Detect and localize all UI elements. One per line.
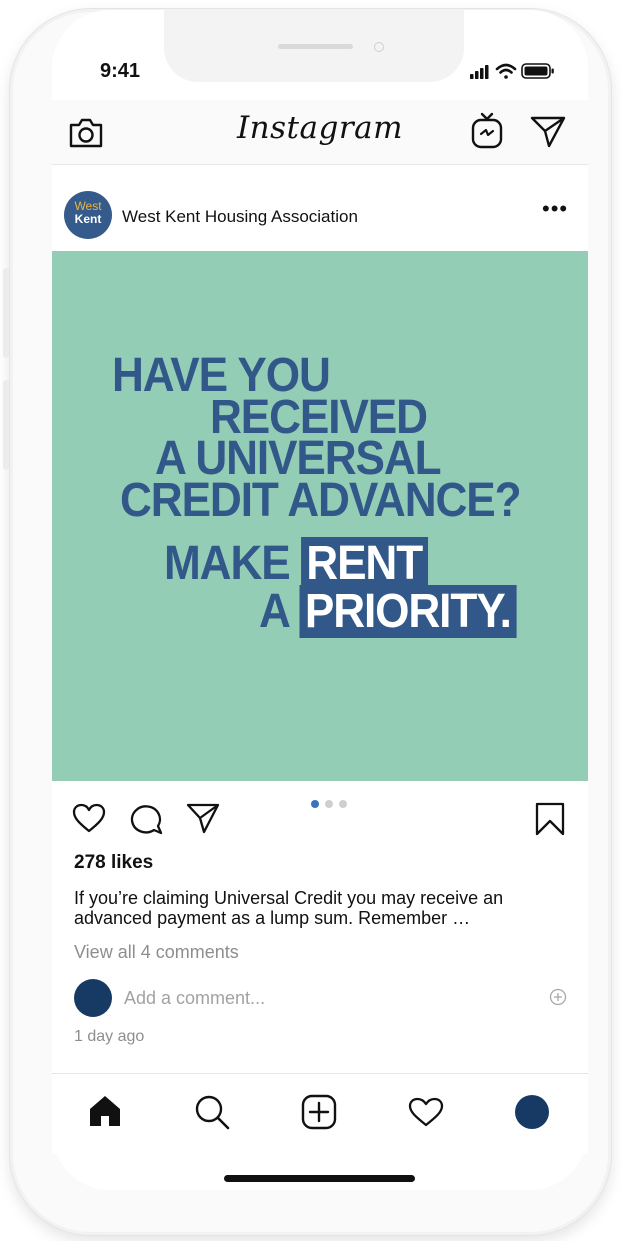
- account-avatar[interactable]: West Kent: [64, 191, 112, 239]
- headline-line-5: MAKE RENT: [164, 537, 428, 590]
- headline-priority-box: PRIORITY.: [299, 585, 517, 638]
- volume-down-button: [3, 380, 9, 470]
- wifi-icon: [495, 63, 517, 79]
- carousel-indicator: [311, 795, 353, 813]
- more-options-icon[interactable]: •••: [542, 196, 568, 222]
- headline-line-6: A PRIORITY.: [259, 585, 517, 638]
- direct-message-icon[interactable]: [529, 113, 567, 149]
- post-username[interactable]: West Kent Housing Association: [122, 207, 358, 227]
- app-header: Instagram: [52, 100, 588, 165]
- share-icon[interactable]: [185, 801, 221, 835]
- headline-line-1: HAVE YOU: [112, 349, 331, 402]
- carousel-dot: [325, 800, 333, 808]
- likes-count[interactable]: 278 likes: [74, 852, 153, 874]
- comment-icon[interactable]: [129, 801, 165, 835]
- front-camera: [374, 42, 384, 52]
- headline-line-3: A UNIVERSAL: [155, 432, 442, 485]
- camera-icon[interactable]: [68, 115, 104, 149]
- headline-rent-box: RENT: [300, 537, 428, 590]
- new-post-icon[interactable]: [301, 1094, 337, 1130]
- instagram-logo: Instagram: [236, 110, 404, 146]
- headline-make: MAKE: [164, 537, 291, 590]
- add-emoji-plus-icon[interactable]: [549, 988, 567, 1006]
- bookmark-icon[interactable]: [533, 801, 567, 837]
- carousel-dot: [339, 800, 347, 808]
- carousel-dot: [311, 800, 319, 808]
- post-image[interactable]: HAVE YOU RECEIVED A UNIVERSAL CREDIT ADV…: [52, 251, 588, 781]
- headline-line-4: CREDIT ADVANCE?: [120, 474, 522, 527]
- post-timestamp: 1 day ago: [74, 1028, 145, 1045]
- post-header: West Kent West Kent Housing Association …: [52, 184, 588, 250]
- user-avatar: [74, 979, 112, 1017]
- view-comments-link[interactable]: View all 4 comments: [74, 942, 239, 963]
- home-indicator[interactable]: [224, 1175, 415, 1182]
- profile-avatar[interactable]: [515, 1095, 549, 1129]
- post-caption: If you’re claiming Universal Credit you …: [74, 888, 504, 928]
- signal-icon: [470, 65, 489, 79]
- search-icon[interactable]: [193, 1093, 231, 1131]
- volume-up-button: [3, 268, 9, 358]
- igtv-icon[interactable]: [470, 111, 504, 149]
- headline-a: A: [259, 585, 289, 638]
- activity-heart-icon[interactable]: [407, 1096, 445, 1128]
- speaker: [278, 44, 353, 49]
- heart-icon[interactable]: [71, 802, 107, 834]
- add-comment-input[interactable]: Add a comment...: [124, 988, 265, 1009]
- status-time: 9:41: [100, 60, 141, 82]
- battery-icon: [521, 63, 554, 79]
- avatar-logo-line2: Kent: [74, 212, 102, 226]
- status-icons: [470, 63, 554, 79]
- avatar-logo-line1: West: [74, 199, 102, 213]
- home-icon[interactable]: [87, 1093, 123, 1129]
